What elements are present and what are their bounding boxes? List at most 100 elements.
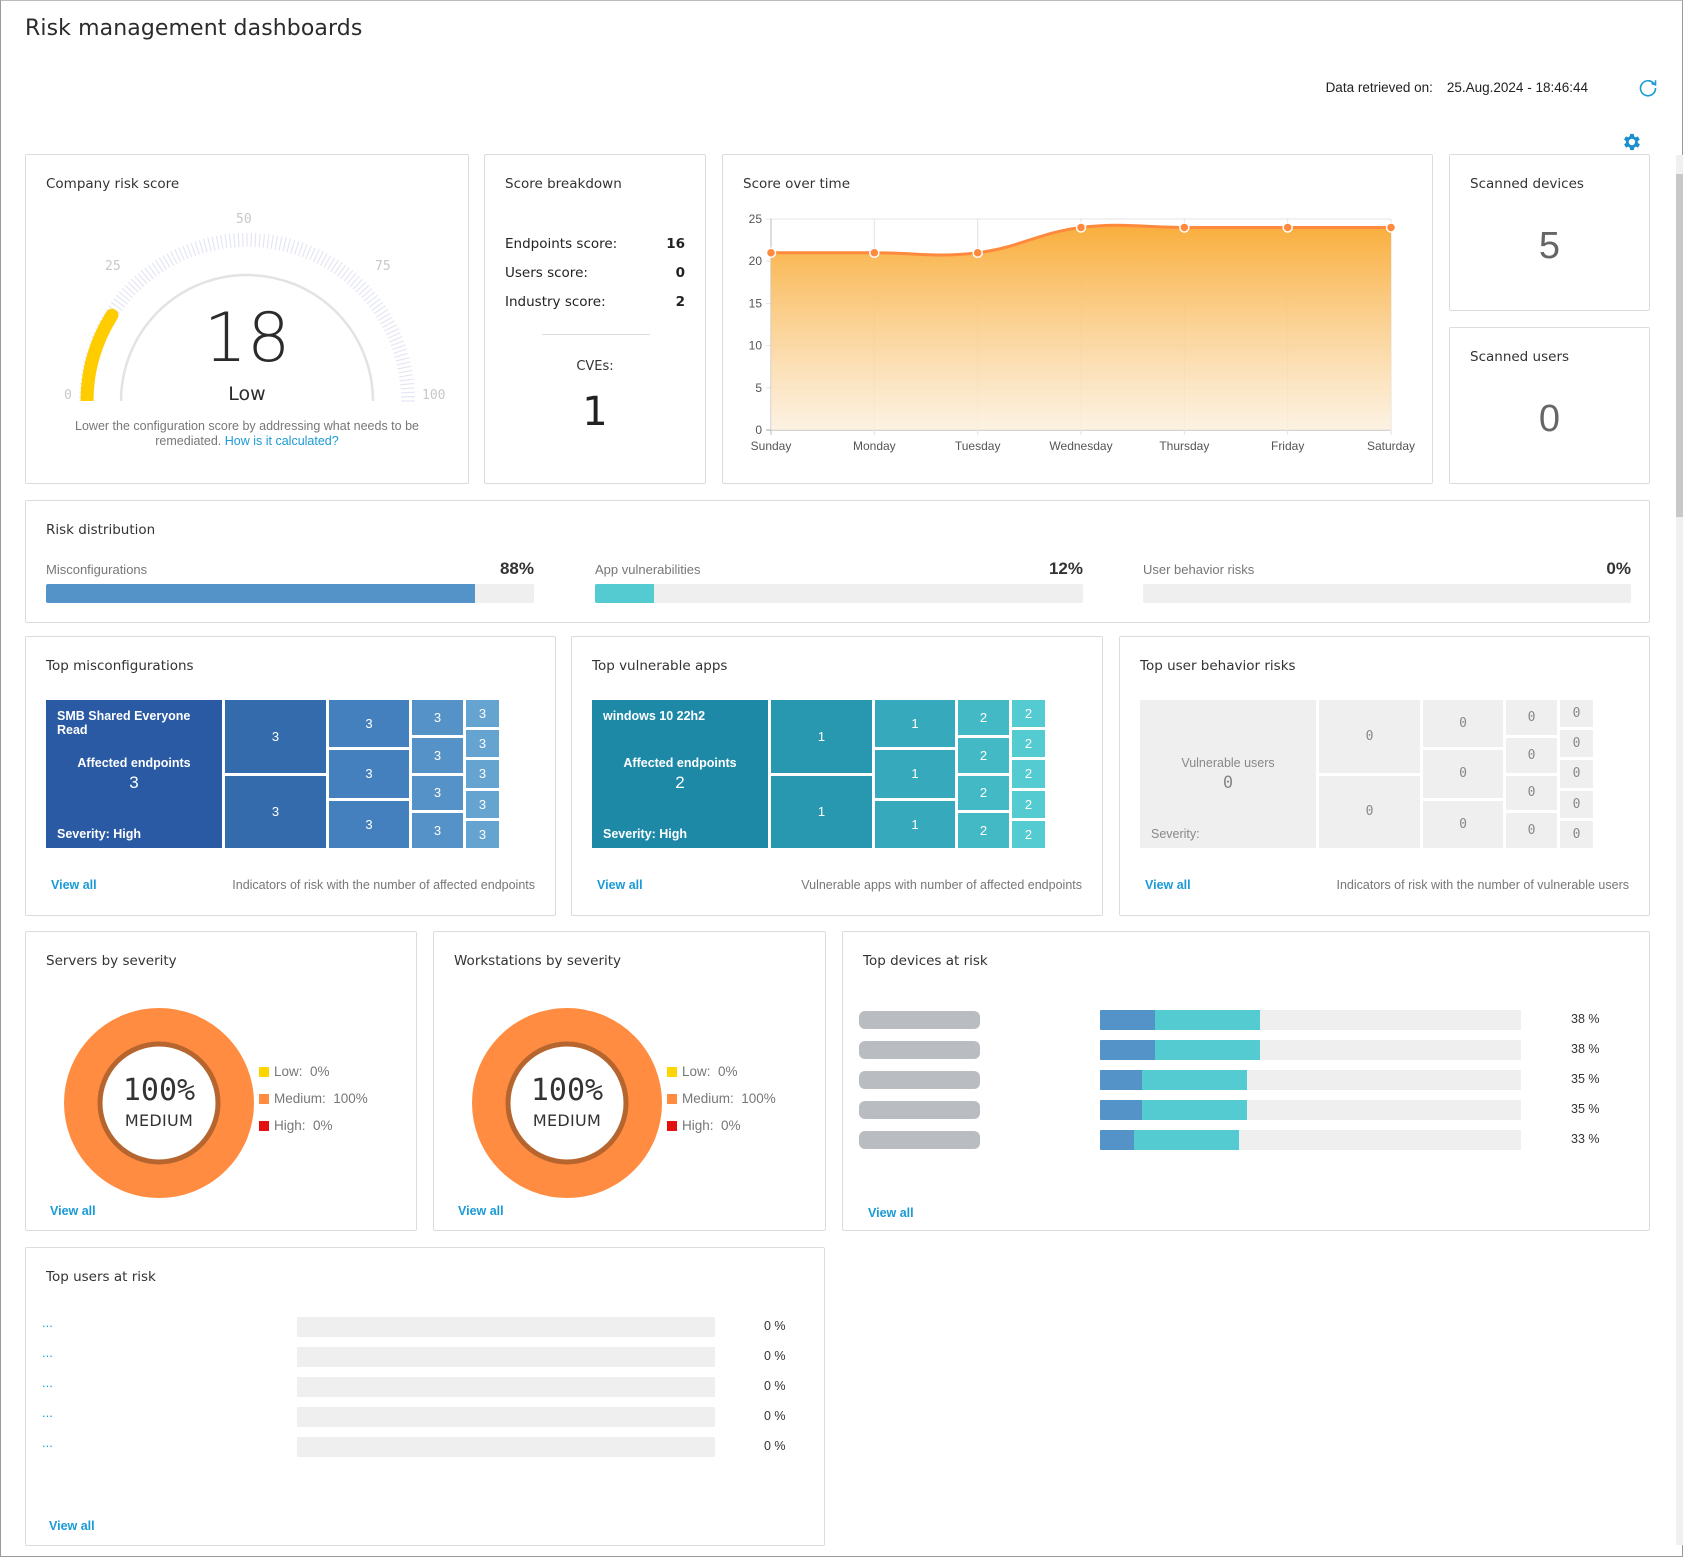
chart-data-point[interactable]	[972, 247, 983, 259]
view-all-link[interactable]: View all	[868, 1206, 914, 1220]
misconfigurations-treemap: SMB Shared Everyone Read Affected endpoin…	[46, 700, 534, 858]
risk-dist-label: User behavior risks	[1143, 562, 1255, 577]
scrollbar-thumb[interactable]	[1676, 174, 1683, 517]
treemap-tile[interactable]: 2	[958, 700, 1009, 735]
treemap-main-tile[interactable]: windows 10 22h2 Affected endpoints 2 Severi…	[592, 700, 768, 848]
treemap-tile[interactable]: 3	[466, 820, 499, 848]
treemap-tile[interactable]: 3	[412, 775, 463, 811]
view-all-link[interactable]: View all	[458, 1204, 504, 1218]
treemap-tile[interactable]: 2	[958, 737, 1009, 773]
view-all-link[interactable]: View all	[51, 878, 97, 892]
treemap-tile[interactable]: 3	[466, 760, 499, 788]
treemap-tile[interactable]: 3	[412, 700, 463, 735]
how-calculated-link[interactable]: How is it calculated?	[225, 434, 339, 448]
top-user-behavior-risks-card: Top user behavior risks Vulnerable users…	[1119, 636, 1650, 916]
user-name-link[interactable]: ...	[42, 1405, 163, 1423]
treemap-tile[interactable]: 0	[1560, 700, 1593, 728]
treemap-tile[interactable]: 3	[329, 700, 409, 748]
chart-data-point[interactable]	[1179, 222, 1190, 233]
y-tick-label: 10	[749, 339, 763, 353]
treemap-tile[interactable]: 2	[1012, 820, 1045, 848]
chart-data-point[interactable]	[869, 247, 880, 259]
device-risk-bar	[1100, 1130, 1521, 1150]
servers-donut-chart: 100% MEDIUM	[64, 1008, 254, 1198]
treemap-tile[interactable]: 3	[412, 813, 463, 848]
gauge-tick	[127, 281, 139, 293]
treemap-tile[interactable]: 0	[1423, 750, 1503, 798]
treemap-tile[interactable]: 3	[225, 700, 326, 773]
donut-center-percent: 100%	[122, 1072, 196, 1108]
breakdown-row-industry: Industry score: 2	[505, 294, 685, 310]
treemap-main-tile[interactable]: Vulnerable users 0 Severity:	[1140, 700, 1316, 848]
treemap-tile[interactable]: 2	[1012, 700, 1045, 728]
vertical-scrollbar[interactable]	[1676, 155, 1683, 1545]
treemap-tile-value: 0	[1459, 716, 1467, 732]
device-name-placeholder[interactable]	[859, 1041, 980, 1059]
treemap-tile[interactable]: 1	[875, 750, 955, 798]
treemap-tile[interactable]: 0	[1560, 730, 1593, 758]
gauge-tick	[134, 275, 145, 287]
user-row: ... 0 %	[42, 1405, 804, 1427]
treemap-tile[interactable]: 0	[1560, 790, 1593, 818]
treemap-tile[interactable]: 3	[225, 775, 326, 848]
treemap-tile[interactable]: 3	[466, 790, 499, 818]
chart-data-point[interactable]	[1075, 222, 1087, 233]
treemap-tile[interactable]: 0	[1423, 700, 1503, 748]
treemap-tile[interactable]: 1	[875, 700, 955, 748]
legend-swatch	[667, 1093, 677, 1104]
gauge-tick	[190, 242, 197, 257]
treemap-tile[interactable]: 0	[1560, 820, 1593, 848]
gauge-tick	[290, 239, 296, 254]
chart-data-point[interactable]	[1282, 222, 1293, 233]
chart-data-point[interactable]	[1385, 222, 1397, 233]
treemap-metric-label: Vulnerable users	[1181, 756, 1275, 770]
user-name-link[interactable]: ...	[42, 1375, 163, 1393]
donut-center: 100% MEDIUM	[472, 1008, 662, 1198]
treemap-tile[interactable]: 3	[466, 700, 499, 728]
treemap-tile[interactable]: 3	[466, 730, 499, 758]
treemap-tile[interactable]: 3	[412, 737, 463, 773]
treemap-tile[interactable]: 0	[1506, 700, 1557, 735]
treemap-tile[interactable]: 1	[771, 700, 872, 773]
treemap-tile[interactable]: 0	[1319, 700, 1420, 773]
treemap-tile[interactable]: 2	[958, 813, 1009, 848]
treemap-tile[interactable]: 1	[771, 775, 872, 848]
view-all-link[interactable]: View all	[1145, 878, 1191, 892]
treemap-tile[interactable]: 2	[1012, 760, 1045, 788]
treemap-tile[interactable]: 3	[329, 750, 409, 798]
treemap-tile[interactable]: 0	[1506, 775, 1557, 811]
legend-swatch	[259, 1066, 269, 1077]
refresh-icon[interactable]	[1637, 77, 1659, 99]
device-bar-misconfig-segment	[1100, 1070, 1143, 1090]
treemap-main-tile[interactable]: SMB Shared Everyone Read Affected endpoin…	[46, 700, 222, 848]
view-all-link[interactable]: View all	[50, 1204, 96, 1218]
view-all-link[interactable]: View all	[597, 878, 643, 892]
device-bar-misconfig-segment	[1100, 1130, 1134, 1150]
chart-data-point[interactable]	[765, 247, 777, 259]
treemap-tile[interactable]: 0	[1423, 800, 1503, 848]
treemap-tile[interactable]: 0	[1506, 737, 1557, 773]
view-all-link[interactable]: View all	[49, 1519, 95, 1533]
user-row: ... 0 %	[42, 1435, 804, 1457]
treemap-tile[interactable]: 0	[1506, 813, 1557, 848]
legend-item-medium: Medium: 100%	[667, 1085, 776, 1112]
treemap-tile[interactable]: 2	[958, 775, 1009, 811]
card-description: Indicators of risk with the number of vu…	[1336, 878, 1630, 892]
treemap-tile[interactable]: 2	[1012, 730, 1045, 758]
device-name-placeholder[interactable]	[859, 1131, 980, 1149]
treemap-tile[interactable]: 2	[1012, 790, 1045, 818]
treemap-tile[interactable]: 0	[1319, 775, 1420, 848]
treemap-tile[interactable]: 3	[329, 800, 409, 848]
device-name-placeholder[interactable]	[859, 1011, 980, 1029]
treemap-tile[interactable]: 0	[1560, 760, 1593, 788]
user-name-link[interactable]: ...	[42, 1315, 163, 1333]
device-risk-percent: 38 %	[1571, 1042, 1600, 1056]
treemap-tile-value: 3	[478, 766, 487, 782]
device-name-placeholder[interactable]	[859, 1071, 980, 1089]
user-name-link[interactable]: ...	[42, 1345, 163, 1363]
treemap-tile[interactable]: 1	[875, 800, 955, 848]
treemap-severity: Severity: High	[603, 827, 688, 841]
user-name-link[interactable]: ...	[42, 1435, 163, 1453]
gear-icon[interactable]	[1620, 131, 1642, 153]
device-name-placeholder[interactable]	[859, 1101, 980, 1119]
